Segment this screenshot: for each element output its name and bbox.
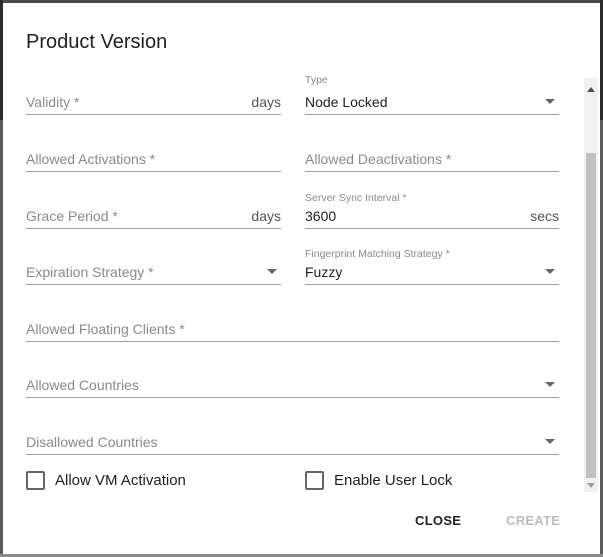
dialog-content: Validity * days Type Node Locked Allowed…: [3, 75, 600, 495]
chevron-down-icon[interactable]: [545, 269, 555, 274]
enable-user-lock-label: Enable User Lock: [334, 472, 453, 489]
close-button[interactable]: CLOSE: [415, 513, 461, 528]
validity-placeholder: Validity *: [26, 94, 80, 110]
allowed-countries-select[interactable]: Allowed Countries: [26, 358, 559, 398]
expiration-strategy-select[interactable]: Expiration Strategy *: [26, 245, 281, 285]
server-sync-interval-value: 3600: [305, 208, 337, 224]
grace-period-placeholder: Grace Period *: [26, 208, 118, 224]
allow-vm-activation-checkbox[interactable]: [26, 471, 45, 490]
server-sync-interval-underline: [305, 228, 559, 229]
type-label: Type: [305, 75, 328, 86]
allowed-deactivations-placeholder: Allowed Deactivations *: [305, 151, 452, 167]
dialog-title: Product Version: [26, 31, 168, 53]
disallowed-countries-underline: [26, 454, 559, 455]
allow-vm-activation-option[interactable]: Allow VM Activation: [26, 471, 186, 490]
allowed-floating-clients-placeholder: Allowed Floating Clients *: [26, 321, 185, 337]
expiration-strategy-underline: [26, 284, 281, 285]
server-sync-interval-suffix: secs: [530, 208, 559, 224]
validity-field[interactable]: Validity * days: [26, 75, 281, 115]
content-scrollbar[interactable]: [584, 78, 598, 492]
disallowed-countries-select[interactable]: Disallowed Countries: [26, 415, 559, 455]
server-sync-interval-label: Server Sync Interval *: [305, 192, 407, 204]
arrow-up-icon[interactable]: [587, 87, 595, 92]
grace-period-underline: [26, 228, 281, 229]
product-version-dialog: Product Version Validity * days Type Nod…: [3, 3, 600, 554]
expiration-strategy-placeholder: Expiration Strategy *: [26, 264, 154, 280]
allowed-activations-placeholder: Allowed Activations *: [26, 151, 156, 167]
allowed-countries-placeholder: Allowed Countries: [26, 377, 139, 393]
allowed-deactivations-field[interactable]: Allowed Deactivations *: [305, 132, 559, 172]
allowed-floating-clients-underline: [26, 341, 559, 342]
chevron-down-icon[interactable]: [545, 439, 555, 444]
type-select[interactable]: Type Node Locked: [305, 75, 559, 115]
allowed-floating-clients-field[interactable]: Allowed Floating Clients *: [26, 302, 559, 342]
grace-period-suffix: days: [251, 208, 281, 224]
allowed-deactivations-underline: [305, 171, 559, 172]
scrollbar-thumb[interactable]: [586, 153, 596, 478]
type-underline: [305, 114, 559, 115]
enable-user-lock-option[interactable]: Enable User Lock: [305, 471, 452, 490]
fingerprint-matching-strategy-select[interactable]: Fingerprint Matching Strategy * Fuzzy: [305, 245, 559, 285]
allowed-activations-field[interactable]: Allowed Activations *: [26, 132, 281, 172]
create-button[interactable]: CREATE: [506, 513, 560, 528]
fingerprint-matching-strategy-value: Fuzzy: [305, 264, 343, 280]
grace-period-field[interactable]: Grace Period * days: [26, 189, 281, 229]
arrow-down-icon[interactable]: [587, 483, 595, 488]
disallowed-countries-placeholder: Disallowed Countries: [26, 434, 158, 450]
allowed-activations-underline: [26, 171, 281, 172]
enable-user-lock-checkbox[interactable]: [305, 471, 324, 490]
validity-suffix: days: [251, 94, 281, 110]
validity-underline: [26, 114, 281, 115]
chevron-down-icon[interactable]: [545, 99, 555, 104]
fingerprint-matching-strategy-label: Fingerprint Matching Strategy *: [305, 248, 450, 260]
allowed-countries-underline: [26, 397, 559, 398]
server-sync-interval-field[interactable]: Server Sync Interval * 3600 secs: [305, 189, 559, 229]
chevron-down-icon[interactable]: [545, 382, 555, 387]
allow-vm-activation-label: Allow VM Activation: [55, 472, 186, 489]
type-value: Node Locked: [305, 94, 388, 110]
fingerprint-matching-strategy-underline: [305, 284, 559, 285]
chevron-down-icon[interactable]: [267, 269, 277, 274]
